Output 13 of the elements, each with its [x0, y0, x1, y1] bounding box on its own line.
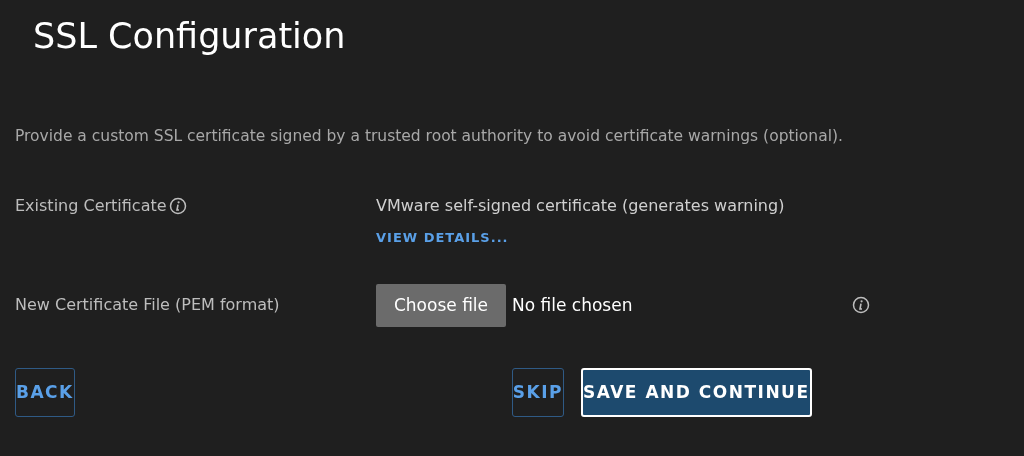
field-label: New Certificate File (PEM format)	[15, 294, 281, 317]
info-icon[interactable]	[168, 197, 187, 216]
outline-button[interactable]: BACK	[15, 367, 75, 417]
field-label: Existing Certificate	[15, 195, 167, 218]
outline-button[interactable]: SKIP	[511, 367, 564, 417]
page-title: SSL Configuration	[33, 15, 346, 58]
choose-file-button[interactable]: Choose file	[376, 283, 506, 327]
certificate-value: VMware self-signed certificate (generates warning)	[376, 195, 785, 218]
description-text: Provide a custom SSL certificate signed by a trusted root authority to avoid certificate warnings (optional).	[15, 126, 843, 147]
info-icon[interactable]	[852, 296, 870, 315]
file-status: No file chosen	[512, 293, 634, 317]
view-details-link[interactable]: VIEW DETAILS...	[376, 228, 509, 248]
save-button[interactable]: SAVE AND CONTINUE	[580, 367, 812, 417]
